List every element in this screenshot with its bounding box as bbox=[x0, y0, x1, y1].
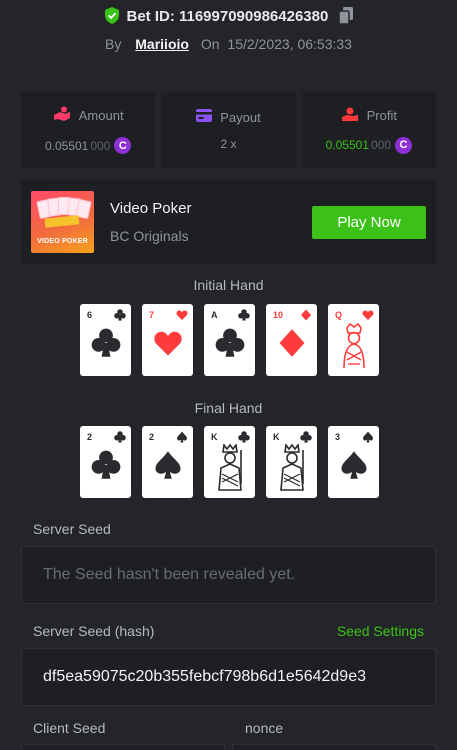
card-rank: Q bbox=[335, 310, 343, 320]
playing-card: 10 bbox=[266, 304, 317, 376]
heart-icon bbox=[153, 328, 183, 363]
profit-value-trailing: 000 bbox=[371, 138, 392, 152]
card-rank: 10 bbox=[273, 310, 284, 320]
playing-card: 2 bbox=[80, 426, 131, 498]
final-hand: 2 2 K K 3 bbox=[80, 426, 379, 498]
profit-value: 0.05501 bbox=[325, 138, 369, 152]
heart-icon bbox=[176, 308, 188, 326]
card-rank: K bbox=[211, 432, 218, 442]
thumb-logo-text: VIDEO POKER bbox=[37, 238, 88, 245]
card-rank: 2 bbox=[87, 432, 93, 442]
playing-card: K bbox=[204, 426, 255, 498]
playing-card: 6 bbox=[80, 304, 131, 376]
card-rank: 7 bbox=[149, 310, 155, 320]
client-seed-field[interactable] bbox=[21, 744, 225, 750]
card-rank: 6 bbox=[87, 310, 93, 320]
nonce-label: nonce bbox=[245, 720, 284, 736]
spade-icon bbox=[362, 430, 374, 448]
seed-settings-link[interactable]: Seed Settings bbox=[337, 623, 424, 639]
amount-value: 0.05501 bbox=[44, 138, 89, 153]
game-provider: BC Originals bbox=[110, 228, 189, 244]
playing-card: 2 bbox=[142, 426, 193, 498]
bet-timestamp: 15/2/2023, 06:53:33 bbox=[227, 36, 352, 52]
spade-icon bbox=[339, 450, 369, 485]
playing-card: A bbox=[204, 304, 255, 376]
copy-icon[interactable] bbox=[337, 7, 353, 28]
server-hash-field[interactable]: df5ea59075c20b355febcf798b6d1e5642d9e3 bbox=[21, 648, 436, 706]
server-hash-label: Server Seed (hash) bbox=[33, 623, 155, 639]
payout-stat: Payout 2 x bbox=[161, 92, 296, 168]
card-payment-icon bbox=[196, 109, 213, 125]
spade-icon bbox=[176, 430, 188, 448]
by-label: By bbox=[105, 36, 122, 52]
coin-icon: C bbox=[395, 136, 413, 154]
diamond-icon bbox=[300, 308, 312, 326]
server-seed-label: Server Seed bbox=[33, 521, 111, 537]
play-now-button[interactable]: Play Now bbox=[312, 206, 426, 239]
card-rank: 2 bbox=[149, 432, 155, 442]
amount-label: Amount bbox=[78, 108, 124, 123]
queen-face-icon bbox=[338, 322, 370, 375]
server-seed-field[interactable]: The Seed hasn't been revealed yet. bbox=[21, 546, 436, 604]
username-link[interactable]: Mariioio bbox=[135, 36, 189, 52]
spade-icon bbox=[153, 450, 183, 485]
playing-card: K bbox=[266, 426, 317, 498]
bet-byline: By Mariioio On 15/2/2023, 06:53:33 bbox=[0, 36, 457, 52]
club-icon bbox=[238, 308, 250, 326]
card-rank: K bbox=[273, 432, 280, 442]
amount-icon bbox=[53, 106, 71, 125]
playing-card: 7 bbox=[142, 304, 193, 376]
card-rank: 3 bbox=[335, 432, 341, 442]
final-hand-title: Final Hand bbox=[194, 400, 263, 416]
game-thumbnail[interactable]: VIDEO POKER bbox=[31, 191, 94, 253]
club-icon bbox=[215, 328, 245, 363]
profit-stat: Profit 0.05501 000 C bbox=[301, 92, 436, 168]
amount-stat: Amount 0.05501 000 C bbox=[21, 92, 156, 168]
on-label: On bbox=[200, 36, 220, 52]
bet-stats: Amount 0.05501 000 C Payout 2 x Profit 0.… bbox=[21, 92, 436, 168]
client-seed-label: Client Seed bbox=[33, 720, 106, 736]
diamond-icon bbox=[277, 328, 307, 363]
shield-check-icon bbox=[104, 7, 120, 28]
card-rank: A bbox=[211, 310, 218, 320]
king-face-icon bbox=[214, 442, 246, 497]
profit-label: Profit bbox=[366, 108, 397, 123]
initial-hand: 6 7 A 10 Q bbox=[80, 304, 379, 376]
club-icon bbox=[91, 450, 121, 485]
game-card: VIDEO POKER Video Poker BC Originals Pla… bbox=[21, 180, 436, 264]
payout-value: 2 x bbox=[220, 137, 237, 151]
playing-card: 3 bbox=[328, 426, 379, 498]
initial-hand-title: Initial Hand bbox=[193, 277, 264, 293]
coin-icon: C bbox=[114, 137, 132, 154]
payout-label: Payout bbox=[220, 109, 261, 125]
bet-id-row: Bet ID: 116997090986426380 bbox=[0, 7, 457, 28]
king-face-icon bbox=[276, 442, 308, 497]
club-icon bbox=[114, 308, 126, 326]
nonce-field[interactable] bbox=[232, 744, 436, 750]
bet-id-text: Bet ID: 116997090986426380 bbox=[126, 8, 329, 25]
playing-card: Q bbox=[328, 304, 379, 376]
amount-value-trailing: 000 bbox=[90, 138, 111, 153]
game-name: Video Poker bbox=[110, 200, 192, 217]
profit-icon bbox=[341, 107, 359, 125]
thumb-banner bbox=[44, 215, 80, 228]
club-icon bbox=[91, 328, 121, 363]
club-icon bbox=[114, 430, 126, 448]
